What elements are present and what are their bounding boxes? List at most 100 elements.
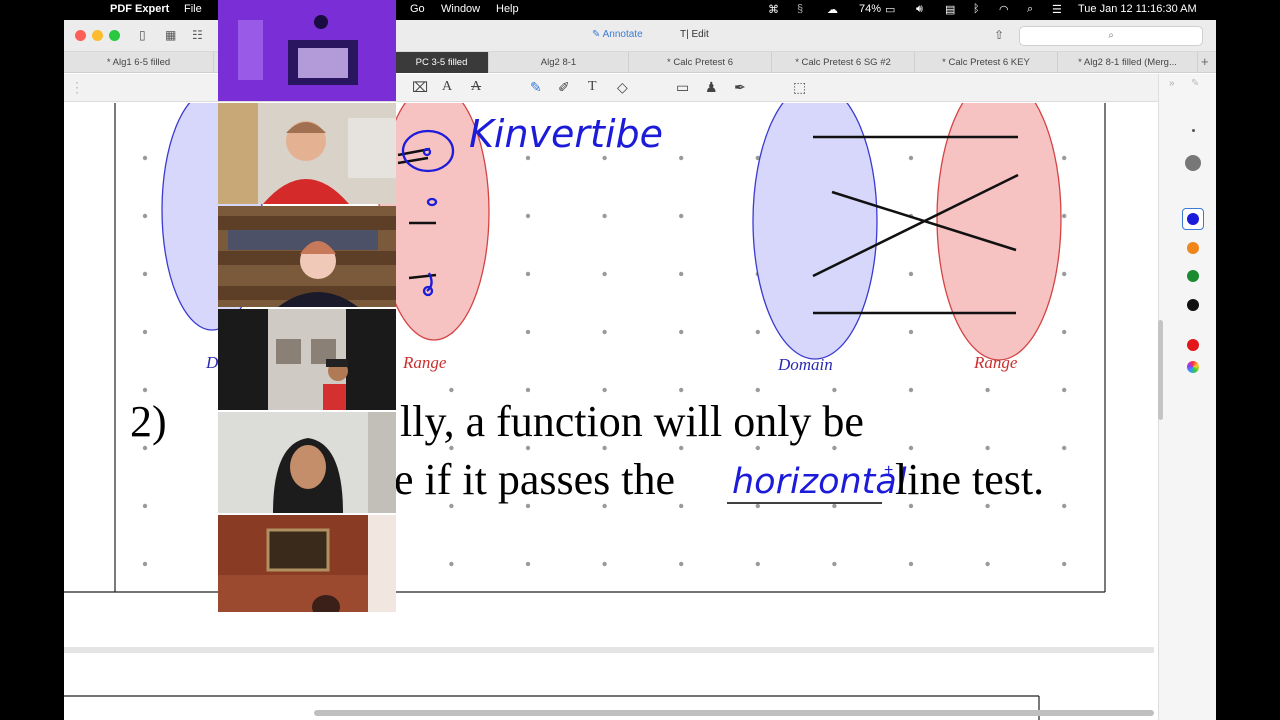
control-center-icon[interactable]: ☰	[1052, 3, 1062, 16]
signature-icon[interactable]: ✒	[734, 80, 746, 94]
grid-dot	[449, 445, 454, 451]
shapes-icon[interactable]: ◇	[617, 80, 628, 94]
handwritten-kinvertible: Kinvertibe	[469, 112, 663, 156]
selection-icon[interactable]: ⬚	[793, 80, 806, 94]
grid-dot	[1062, 213, 1067, 219]
grid-dot	[679, 155, 684, 161]
tab-calc-pretest-6[interactable]: * Calc Pretest 6	[629, 52, 772, 73]
search-input[interactable]: ⌕	[1019, 26, 1203, 46]
minimize-button[interactable]	[92, 30, 103, 41]
clock[interactable]: Tue Jan 12 11:16:30 AM	[1078, 3, 1197, 15]
grid-view-icon[interactable]: ▦	[165, 28, 176, 42]
bluetooth-icon[interactable]: ᛒ	[973, 3, 980, 15]
stamp-icon[interactable]: ♟	[705, 80, 718, 94]
vertical-scrollbar[interactable]	[1158, 320, 1163, 420]
file-menu[interactable]: File	[184, 3, 202, 15]
text-tool-icon[interactable]: T	[588, 80, 597, 94]
comment-icon[interactable]: ▭	[676, 80, 689, 94]
color-blue-swatch[interactable]	[1187, 213, 1199, 225]
scroll-icon[interactable]: ⌘	[768, 3, 779, 16]
grid-dot	[602, 445, 607, 451]
sidebar-toggle-icon[interactable]: ▯	[139, 28, 146, 42]
tab-alg2-8-1[interactable]: Alg2 8-1	[489, 52, 629, 73]
new-tab-plus-icon[interactable]: +	[1201, 54, 1209, 69]
color-picker-wheel-icon[interactable]	[1187, 361, 1199, 373]
highlight-text-icon[interactable]: A	[442, 80, 452, 94]
window-menu[interactable]: Window	[441, 3, 480, 15]
grid-dot	[908, 271, 914, 277]
drag-handle-icon[interactable]: ⋮	[70, 80, 84, 94]
grid-dot	[602, 271, 607, 277]
volume-icon[interactable]: 🔊︎	[916, 3, 923, 16]
close-button[interactable]	[75, 30, 86, 41]
battery-percent: 74%	[859, 3, 882, 15]
tab-label: * Calc Pretest 6	[667, 57, 733, 68]
grid-dot	[142, 213, 148, 219]
right-range-label: Range	[973, 353, 1018, 372]
grid-dot	[908, 155, 914, 161]
page-separator	[64, 647, 1154, 653]
color-green-swatch[interactable]	[1187, 270, 1199, 282]
grid-dot	[679, 561, 684, 567]
grid-dot	[1062, 503, 1067, 509]
grid-dot	[755, 445, 760, 451]
edit-label: Edit	[691, 29, 709, 40]
grid-dot	[525, 329, 531, 335]
grid-dot	[142, 561, 148, 567]
problem-number: 2)	[130, 397, 167, 446]
app-name-menu[interactable]: PDF Expert	[110, 3, 169, 15]
grid-dot	[1062, 155, 1067, 161]
edit-mode-button[interactable]: T| Edit	[680, 29, 709, 40]
tab-alg2-8-1-filled-merged[interactable]: * Alg2 8-1 filled (Merg...	[1058, 52, 1198, 73]
eraser-icon[interactable]: ✐	[558, 80, 570, 94]
tab-calc-pretest-6-key[interactable]: * Calc Pretest 6 KEY	[915, 52, 1058, 73]
thin-stroke-icon[interactable]	[1192, 129, 1195, 132]
keyboard-icon[interactable]: ▤	[945, 3, 955, 16]
grid-dot	[142, 503, 148, 509]
spotlight-icon[interactable]: ⌕	[1027, 3, 1033, 16]
color-black-swatch[interactable]	[1187, 299, 1199, 311]
grid-dot	[908, 387, 914, 393]
video-tile-5[interactable]	[218, 412, 396, 513]
tab-label: * Alg1 6-5 filled	[106, 57, 171, 68]
help-menu[interactable]: Help	[496, 3, 519, 15]
grid-dot	[525, 213, 531, 219]
grid-dot	[755, 387, 760, 393]
battery-icon[interactable]: ▭	[885, 3, 895, 16]
color-orange-swatch[interactable]	[1187, 242, 1199, 254]
zoom-button[interactable]	[109, 30, 120, 41]
video-tile-3[interactable]	[218, 206, 396, 307]
thumbnails-icon[interactable]: ☷	[192, 28, 203, 42]
go-menu[interactable]: Go	[410, 3, 425, 15]
tab-pc-3-5-filled[interactable]: PC 3-5 filled	[395, 52, 489, 73]
thick-stroke-icon[interactable]	[1185, 155, 1201, 171]
pen-tool-icon[interactable]: ✎	[530, 80, 542, 94]
tab-label: * Calc Pretest 6 KEY	[942, 57, 1030, 68]
grid-dot	[142, 155, 148, 161]
color-palette-sidebar: » ✎	[1158, 74, 1216, 720]
grid-dot	[602, 387, 607, 393]
grid-dot	[908, 561, 914, 567]
left-domain-label: D	[205, 353, 219, 372]
video-tile-6[interactable]	[218, 515, 396, 616]
annotate-mode-button[interactable]: ✎ Annotate	[592, 29, 643, 40]
grid-dot	[142, 445, 148, 451]
wifi-icon[interactable]: ◠	[999, 3, 1009, 16]
grid-dot	[679, 503, 684, 509]
pencil-settings-icon[interactable]: ✎	[1191, 78, 1199, 89]
grid-dot	[602, 213, 607, 219]
tab-calc-pretest-6-sg2[interactable]: * Calc Pretest 6 SG #2	[772, 52, 915, 73]
text-box-icon[interactable]: ⌧	[412, 80, 428, 94]
color-red-swatch[interactable]	[1187, 339, 1199, 351]
collapse-sidebar-icon[interactable]: »	[1169, 78, 1175, 89]
cloud-icon[interactable]: ☁	[827, 3, 838, 16]
sync-icon[interactable]: §	[797, 3, 803, 15]
share-icon[interactable]: ⇧	[994, 28, 1004, 42]
horizontal-scrollbar[interactable]	[314, 710, 1154, 716]
strikethrough-icon[interactable]: A	[471, 80, 481, 94]
video-tile-1[interactable]	[218, 0, 396, 101]
tab-alg1-6-5-filled[interactable]: * Alg1 6-5 filled	[64, 52, 214, 73]
grid-dot	[755, 561, 760, 567]
video-tile-4[interactable]	[218, 309, 396, 410]
video-tile-2[interactable]	[218, 103, 396, 204]
